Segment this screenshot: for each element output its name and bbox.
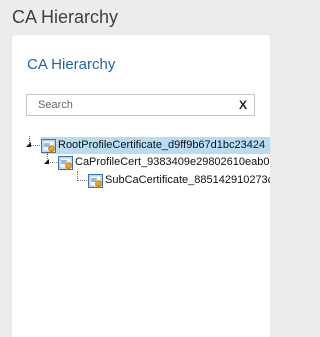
certificate-icon (58, 155, 73, 170)
ca-tree: RootProfileCertificate_d9ff9b67d1bc23424… (12, 35, 270, 337)
tree-node-label: CaProfileCert_9383409e29802610eab0 (75, 156, 270, 168)
tree-node-root[interactable]: RootProfileCertificate_d9ff9b67d1bc23424 (41, 137, 270, 154)
collapse-arrow-icon[interactable] (43, 158, 50, 165)
tree-node-ca[interactable]: CaProfileCert_9383409e29802610eab0 (58, 154, 270, 171)
collapse-arrow-icon[interactable] (25, 141, 32, 148)
page-title: CA Hierarchy (12, 7, 119, 27)
certificate-icon (41, 138, 56, 153)
ca-hierarchy-panel: CA Hierarchy X RootProfileCertifi (12, 35, 270, 337)
tree-node-label: RootProfileCertificate_d9ff9b67d1bc23424 (58, 139, 266, 151)
tree-node-label: SubCaCertificate_885142910273cb (105, 174, 270, 186)
certificate-icon (88, 173, 103, 188)
tree-node-subca[interactable]: SubCaCertificate_885142910273cb (88, 172, 270, 189)
tree-connector (77, 180, 87, 181)
